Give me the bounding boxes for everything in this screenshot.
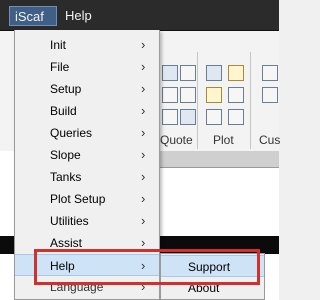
menu-iscaf[interactable]: iScaf	[9, 6, 57, 26]
menu-item-plot-setup[interactable]: Plot Setup ›	[15, 188, 159, 210]
tool-icon[interactable]	[206, 65, 222, 81]
menu-item-queries[interactable]: Queries ›	[15, 122, 159, 144]
custom-icon[interactable]	[262, 65, 278, 81]
chevron-right-icon: ›	[141, 169, 146, 184]
menu-item-label: Plot Setup	[50, 192, 106, 206]
chevron-right-icon: ›	[141, 59, 146, 74]
menu-item-init[interactable]: Init ›	[15, 34, 159, 56]
menu-item-label: Queries	[50, 126, 93, 140]
tool-icon[interactable]	[162, 65, 178, 81]
menu-item-tanks[interactable]: Tanks ›	[15, 166, 159, 188]
menu-item-file[interactable]: File ›	[15, 56, 159, 78]
group-separator	[250, 52, 251, 149]
menu-help[interactable]: Help	[60, 6, 97, 26]
menu-item-label: File	[50, 60, 70, 74]
custom-icon[interactable]	[262, 87, 278, 103]
chevron-right-icon: ›	[141, 191, 146, 206]
page-icon[interactable]	[162, 109, 178, 125]
group-separator	[197, 52, 198, 149]
page-icon[interactable]	[162, 87, 178, 103]
plot-icon[interactable]	[228, 87, 244, 103]
menu-item-label: Slope	[50, 148, 81, 162]
menu-item-label: Utilities	[50, 214, 89, 228]
page-icon[interactable]	[180, 109, 196, 125]
chevron-right-icon: ›	[141, 213, 146, 228]
menu-item-label: Init	[50, 38, 67, 52]
group-label-quote: Quote	[160, 133, 193, 147]
menu-item-build[interactable]: Build ›	[15, 100, 159, 122]
highlight-box	[34, 249, 260, 285]
chevron-right-icon: ›	[141, 81, 146, 96]
plot-icon[interactable]	[228, 109, 244, 125]
chevron-right-icon: ›	[141, 125, 146, 140]
menu-item-label: Setup	[50, 82, 82, 96]
menu-bar: iScaf Help	[0, 0, 279, 31]
plot-icon[interactable]	[206, 87, 222, 103]
menu-item-label: Build	[50, 104, 77, 118]
tool-icon[interactable]	[228, 65, 244, 81]
plot-icon[interactable]	[206, 109, 222, 125]
menu-item-setup[interactable]: Setup ›	[15, 78, 159, 100]
chevron-right-icon: ›	[141, 37, 146, 52]
tab-strip	[160, 151, 279, 168]
menu-item-slope[interactable]: Slope ›	[15, 144, 159, 166]
page-icon[interactable]	[180, 87, 196, 103]
menu-item-label: Tanks	[50, 170, 82, 184]
group-label-custom: Cus	[259, 133, 281, 147]
edit-icon[interactable]	[180, 65, 196, 81]
menu-item-utilities[interactable]: Utilities ›	[15, 210, 159, 232]
chevron-right-icon: ›	[141, 103, 146, 118]
chevron-right-icon: ›	[141, 147, 146, 162]
group-label-plot: Plot	[213, 133, 234, 147]
